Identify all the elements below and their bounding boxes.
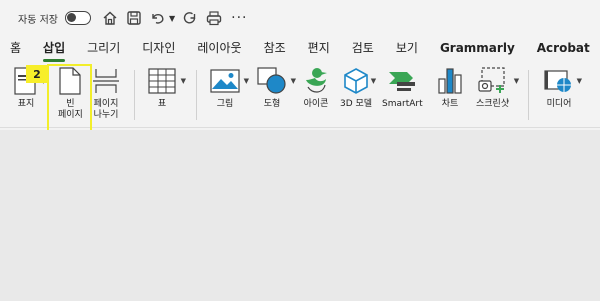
undo-icon[interactable]: [149, 9, 167, 27]
redo-icon[interactable]: [181, 9, 199, 27]
table-label: 표: [157, 99, 167, 109]
cube-icon: [344, 68, 368, 94]
icons-label: 아이콘: [303, 99, 329, 109]
more-options-icon[interactable]: ···: [231, 10, 247, 26]
document-area[interactable]: [0, 130, 600, 301]
chevron-down-icon[interactable]: ▼: [291, 77, 296, 85]
duck-icon: [306, 68, 327, 93]
chevron-down-icon[interactable]: ▼: [514, 77, 519, 85]
page-break-icon: [93, 69, 119, 93]
shapes-label: 도형: [263, 99, 281, 109]
autosave-label: 자동 저장: [18, 14, 58, 26]
tab-insert[interactable]: 삽입: [43, 36, 66, 62]
media-button[interactable]: 미디어 ▼: [544, 66, 582, 110]
screenshot-icon: [477, 67, 505, 93]
highlight-box: [47, 64, 92, 138]
3d-models-label: 3D 모델: [340, 99, 373, 109]
tab-draw[interactable]: 그리기: [87, 36, 120, 62]
icons-button[interactable]: 아이콘: [303, 66, 329, 110]
quick-access-toolbar: 자동 저장 ▼ ···: [0, 0, 600, 36]
chevron-down-icon[interactable]: ▼: [169, 14, 175, 23]
tab-layout[interactable]: 레이아웃: [197, 36, 241, 62]
home-icon[interactable]: [101, 9, 119, 27]
tab-acrobat[interactable]: Acrobat: [537, 36, 590, 62]
step-badge: 2: [26, 65, 48, 83]
chevron-down-icon[interactable]: ▼: [577, 77, 582, 85]
shapes-icon: [257, 67, 286, 94]
page-break-label: 페이지 나누기: [94, 99, 119, 121]
smartart-label: SmartArt: [382, 99, 423, 109]
chevron-down-icon[interactable]: ▼: [181, 77, 186, 85]
tab-mailings[interactable]: 편지: [308, 36, 330, 62]
tab-design[interactable]: 디자인: [142, 36, 175, 62]
tab-review[interactable]: 검토: [352, 36, 374, 62]
pictures-label: 그림: [216, 99, 234, 109]
screenshot-button[interactable]: 스크린샷 ▼: [476, 66, 519, 110]
ribbon-separator: [528, 70, 529, 120]
tab-references[interactable]: 참조: [264, 36, 286, 62]
smartart-icon: [389, 72, 416, 91]
page-break-label-line2: 나누기: [93, 110, 119, 120]
chart-button[interactable]: 차트: [437, 66, 463, 110]
media-label: 미디어: [546, 99, 572, 109]
smartart-button[interactable]: SmartArt: [382, 66, 423, 110]
chevron-down-icon[interactable]: ▼: [371, 77, 376, 85]
table-button[interactable]: 표 ▼: [148, 66, 186, 110]
save-icon[interactable]: [125, 9, 143, 27]
pictures-icon: [210, 69, 240, 93]
ribbon-separator: [196, 70, 197, 120]
tab-home[interactable]: 홈: [10, 36, 21, 62]
table-icon: [148, 68, 176, 94]
ribbon-tabs: 홈 삽입 그리기 디자인 레이아웃 참조 편지 검토 보기 Grammarly …: [0, 36, 600, 62]
shapes-button[interactable]: 도형 ▼: [257, 66, 296, 110]
pictures-button[interactable]: 그림 ▼: [210, 66, 249, 110]
chart-label: 차트: [441, 99, 459, 109]
print-icon[interactable]: [205, 9, 223, 27]
ribbon-separator: [134, 70, 135, 120]
screenshot-label: 스크린샷: [476, 99, 510, 109]
toggle-knob: [66, 13, 76, 22]
3d-models-button[interactable]: 3D 모델 ▼: [340, 66, 376, 110]
media-icon: [544, 70, 571, 92]
page-break-label-line1: 페이지: [93, 99, 119, 109]
tab-view[interactable]: 보기: [396, 36, 418, 62]
chevron-down-icon[interactable]: ▼: [244, 77, 249, 85]
autosave-toggle[interactable]: [64, 11, 91, 25]
tab-grammarly[interactable]: Grammarly: [440, 36, 515, 62]
page-break-button[interactable]: 페이지 나누기: [92, 66, 120, 121]
chart-icon: [438, 68, 462, 94]
cover-page-label: 표지: [17, 99, 35, 109]
